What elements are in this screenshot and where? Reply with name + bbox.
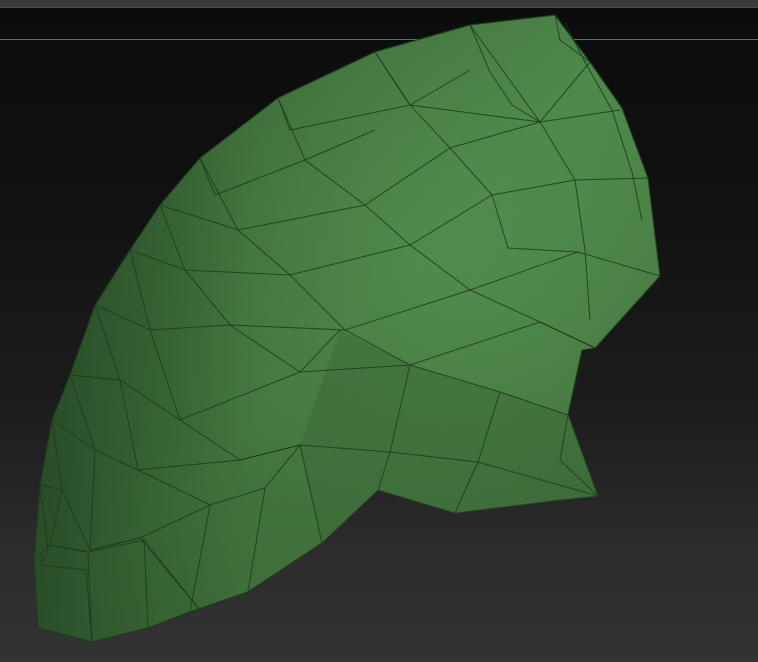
3d-viewport[interactable] [0,0,758,662]
mesh-object[interactable] [0,0,758,662]
mesh-shadow-side [34,15,660,642]
